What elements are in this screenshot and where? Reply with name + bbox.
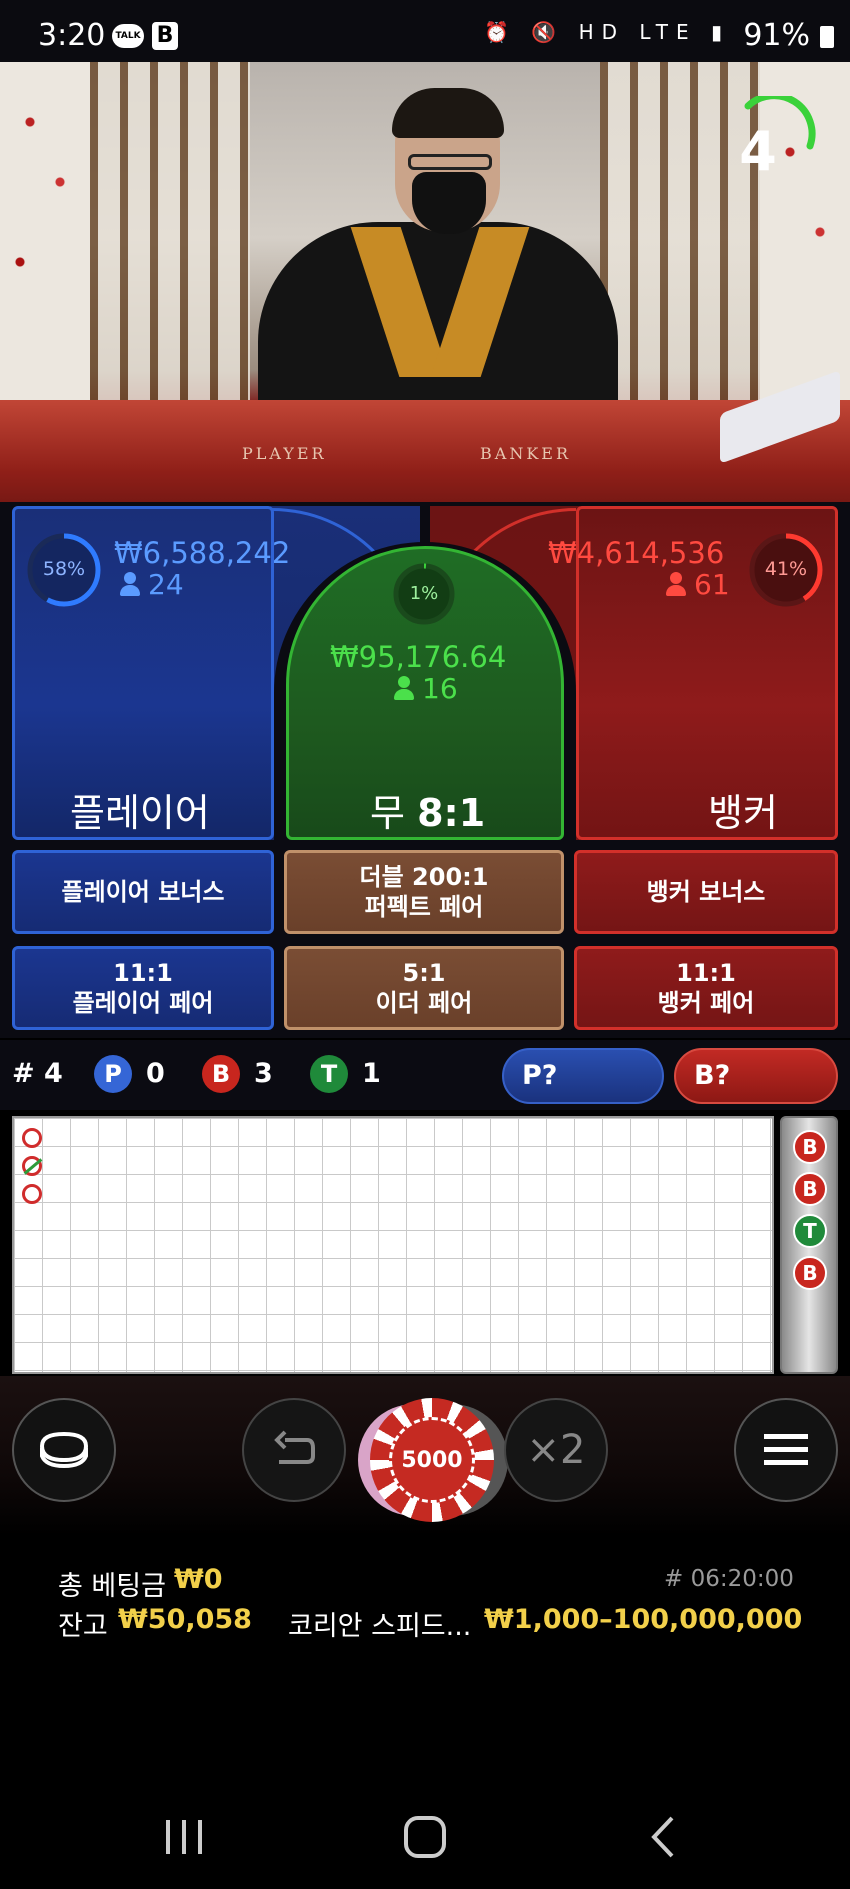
bet-controls: 5000 ×2 [0, 1376, 850, 1536]
table-label-player: PLAYER [242, 444, 327, 463]
road-mark-banker [22, 1128, 42, 1148]
perfect-pair-odds: 더블 200:1 [359, 863, 489, 891]
player-total-amount: ₩6,588,242 [114, 536, 291, 570]
banker-pair-button[interactable]: 11:1 뱅커 페어 [574, 946, 838, 1030]
history-banker: B [793, 1130, 827, 1164]
person-icon [666, 572, 686, 596]
banker-predict-button[interactable]: B? [674, 1048, 838, 1104]
double-bet-button[interactable]: ×2 [504, 1398, 608, 1502]
table-name: 코리안 스피드... [288, 1611, 472, 1642]
tie-label: 무 8:1 [370, 782, 485, 837]
player-win-dot: P [94, 1055, 132, 1093]
android-nav-bar [0, 1786, 850, 1889]
banker-win-count: 3 [254, 1058, 273, 1089]
dealer-mask [412, 172, 486, 234]
lattice-screen-left [90, 62, 250, 402]
tie-label-text: 무 [370, 791, 405, 835]
history-banker: B [793, 1172, 827, 1206]
chip-value: 5000 [389, 1417, 475, 1503]
player-pair-label: 플레이어 페어 [72, 989, 214, 1017]
tie-bettor-count: 16 [394, 672, 458, 705]
banker-win-dot: B [202, 1055, 240, 1093]
total-bet-label: 총 베팅금 [58, 1571, 166, 1602]
chip-selector[interactable]: 5000 [370, 1398, 494, 1522]
live-dealer-video: PLAYER BANKER [0, 62, 850, 502]
round-number: # 4 [12, 1058, 63, 1089]
total-bet-value: ₩0 [174, 1564, 223, 1595]
tie-odds: 8:1 [417, 791, 486, 835]
table-label-banker: BANKER [480, 444, 571, 463]
banker-bonus-label: 뱅커 보너스 [646, 878, 766, 906]
bet-limits: ₩1,000–100,000,000 [484, 1604, 803, 1635]
balance-value: ₩50,058 [118, 1604, 252, 1635]
either-pair-label: 이더 페어 [375, 989, 473, 1017]
person-icon [394, 676, 414, 700]
player-win-count: 0 [146, 1058, 165, 1089]
player-percent: 58% [42, 558, 86, 580]
hamburger-icon [764, 1434, 808, 1465]
tie-count-value: 16 [422, 672, 458, 705]
road-mark-banker-tie [22, 1156, 42, 1176]
tie-win-dot: T [310, 1055, 348, 1093]
tie-total-amount: ₩95,176.64 [330, 640, 507, 674]
banker-bettor-count: 61 [666, 568, 730, 601]
banker-pair-label: 뱅커 페어 [657, 989, 755, 1017]
status-bar: 3:20 TALK B ⏰ 🔇 HD LTE ▮ 91% [0, 0, 850, 62]
perfect-pair-label: 퍼펙트 페어 [364, 893, 484, 921]
system-icons: ⏰ 🔇 HD LTE ▮ [484, 20, 730, 44]
perfect-pair-button[interactable]: 더블 200:1 퍼펙트 페어 [284, 850, 564, 934]
banker-percent: 41% [764, 558, 808, 580]
person-icon [120, 572, 140, 596]
player-bonus-label: 플레이어 보너스 [61, 878, 225, 906]
battery-icon [820, 26, 834, 48]
menu-button[interactable] [734, 1398, 838, 1502]
battery-percent: 91% [743, 18, 810, 53]
bead-road-grid[interactable] [12, 1116, 774, 1374]
road-mark-banker [22, 1184, 42, 1204]
table-icon [39, 1431, 89, 1469]
countdown-number: 4 [739, 120, 777, 183]
player-label: 플레이어 [70, 791, 210, 835]
history-tie: T [793, 1214, 827, 1248]
result-history-column: B B T B [780, 1116, 838, 1374]
banker-label: 뱅커 [708, 791, 778, 835]
player-predict-button[interactable]: P? [502, 1048, 664, 1104]
kakaotalk-icon: TALK [112, 24, 144, 48]
banker-bonus-button[interactable]: 뱅커 보너스 [574, 850, 838, 934]
recent-apps-icon[interactable] [160, 1812, 210, 1862]
undo-icon [274, 1430, 315, 1464]
player-bonus-button[interactable]: 플레이어 보너스 [12, 850, 274, 934]
dealer-hair [392, 88, 504, 138]
tie-win-count: 1 [362, 1058, 381, 1089]
player-count-value: 24 [148, 568, 184, 601]
player-bettor-count: 24 [120, 568, 184, 601]
b-app-icon: B [152, 22, 178, 50]
home-icon[interactable] [400, 1812, 450, 1862]
table-view-button[interactable] [12, 1398, 116, 1502]
betting-board: 58% ₩6,588,242 24 플레이어 1% ₩95,176.64 16 … [0, 502, 850, 1038]
either-pair-odds: 5:1 [402, 959, 446, 987]
round-stats-bar: # 4 P 0 B 3 T 1 P? B? [0, 1040, 850, 1110]
history-banker: B [793, 1256, 827, 1290]
bet-info-panel: 총 베팅금 ₩0 # 06:20:00 잔고 ₩50,058 코리안 스피드..… [0, 1536, 850, 1786]
player-pair-odds: 11:1 [113, 959, 173, 987]
balance-label: 잔고 [58, 1611, 108, 1642]
either-pair-button[interactable]: 5:1 이더 페어 [284, 946, 564, 1030]
status-time: 3:20 [38, 18, 106, 53]
tie-percent: 1% [409, 583, 439, 604]
player-pair-button[interactable]: 11:1 플레이어 페어 [12, 946, 274, 1030]
banker-total-amount: ₩4,614,536 [548, 536, 725, 570]
wall-panel [0, 62, 90, 402]
undo-button[interactable] [242, 1398, 346, 1502]
back-icon[interactable] [640, 1812, 690, 1862]
banker-count-value: 61 [694, 568, 730, 601]
dealer-glasses [408, 154, 492, 170]
banker-pair-odds: 11:1 [676, 959, 736, 987]
game-id: # 06:20:00 [664, 1566, 794, 1592]
